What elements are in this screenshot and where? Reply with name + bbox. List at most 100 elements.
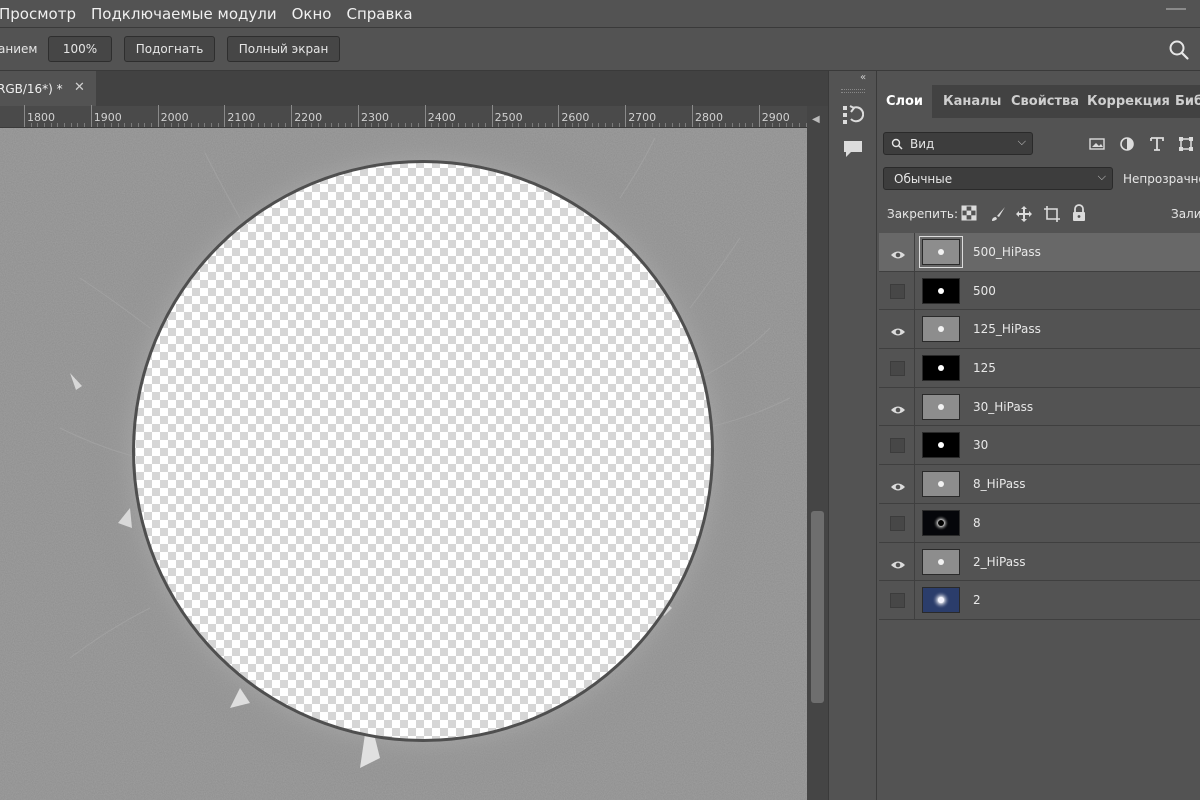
ruler-minor-tick (184, 123, 186, 127)
layer-row[interactable]: 8_HiPass (879, 465, 1200, 504)
layer-visibility-toggle[interactable] (879, 310, 915, 349)
ruler-major-tick (558, 105, 560, 127)
fit-screen-button[interactable]: Подогнать (124, 36, 215, 62)
ruler-major-tick (491, 105, 493, 127)
layer-row[interactable]: 2_HiPass (879, 542, 1200, 582)
ruler-minor-tick (411, 123, 413, 127)
ruler-minor-tick (765, 123, 767, 127)
layer-thumbnail (922, 277, 960, 304)
ruler-minor-tick (431, 123, 433, 127)
ruler-minor-tick (364, 123, 366, 127)
ruler-minor-tick (324, 123, 326, 127)
layer-row[interactable]: 2 (879, 581, 1200, 620)
collapse-panels-icon[interactable]: « (860, 72, 866, 83)
layer-row[interactable]: 30_HiPass (879, 387, 1200, 427)
menu-help[interactable]: Справка (338, 5, 419, 23)
layer-name[interactable]: 30_HiPass (973, 400, 1033, 414)
lock-all-icon[interactable] (1071, 204, 1089, 222)
layer-row[interactable]: 500 (879, 271, 1200, 311)
layer-name[interactable]: 125_HiPass (973, 322, 1041, 336)
ruler-minor-tick (384, 123, 386, 127)
tab-libraries[interactable]: Библ (1175, 85, 1200, 118)
layer-visibility-toggle[interactable] (879, 387, 915, 426)
layer-filter-select[interactable]: Вид ⌵ (883, 132, 1033, 155)
layer-visibility-toggle[interactable] (879, 581, 915, 619)
ruler-minor-tick (792, 123, 794, 127)
ruler-minor-tick (785, 123, 787, 127)
layer-row[interactable]: 125_HiPass (879, 310, 1200, 350)
ruler-minor-tick (124, 123, 126, 127)
lock-transparency-icon[interactable] (961, 205, 979, 223)
layer-name[interactable]: 125 (973, 361, 996, 375)
layer-name[interactable]: 8 (973, 516, 981, 530)
tab-layers[interactable]: Слои (877, 85, 932, 118)
layer-name[interactable]: 2 (973, 593, 981, 607)
search-icon[interactable] (1168, 39, 1190, 61)
ruler-minor-tick (525, 123, 526, 127)
shape-filter-icon[interactable] (1177, 135, 1195, 153)
layer-visibility-toggle[interactable] (879, 271, 915, 310)
layer-row[interactable]: 30 (879, 426, 1200, 466)
layer-name[interactable]: 2_HiPass (973, 555, 1026, 569)
photoshop-window: Просмотр Подключаемые модули Окно Справк… (0, 0, 1200, 800)
lock-brush-icon[interactable] (989, 205, 1007, 223)
ruler-minor-tick (651, 123, 653, 127)
ruler-minor-tick (337, 123, 339, 127)
layer-name[interactable]: 30 (973, 438, 988, 452)
ruler-minor-tick (418, 123, 420, 127)
ruler-minor-tick (685, 123, 687, 127)
layer-visibility-toggle[interactable] (879, 542, 915, 581)
document-canvas[interactable] (0, 128, 807, 800)
layer-thumbnail (922, 471, 960, 498)
ruler-minor-tick (297, 123, 299, 127)
ruler-minor-tick (204, 123, 206, 127)
ruler-minor-tick (745, 123, 747, 127)
scroll-up-icon[interactable]: ◀ (812, 114, 820, 125)
pixel-layer-filter-icon[interactable] (1088, 135, 1106, 153)
vertical-scrollbar[interactable]: ◀ (807, 106, 828, 800)
history-icon[interactable] (842, 104, 865, 130)
fill-screen-button[interactable]: Полный экран (227, 36, 340, 62)
ruler-minor-tick (304, 123, 306, 127)
ruler-minor-tick (712, 123, 714, 127)
document-tab[interactable]: RGB/16*) * ✕ (0, 71, 96, 106)
ruler-minor-tick (271, 123, 273, 127)
menu-window[interactable]: Окно (284, 5, 339, 23)
layer-visibility-toggle[interactable] (879, 349, 915, 387)
ruler-minor-tick (104, 123, 106, 127)
blend-mode-select[interactable]: Обычные ⌵ (883, 167, 1113, 190)
layer-name[interactable]: 500_HiPass (973, 245, 1041, 259)
tab-channels[interactable]: Каналы (943, 85, 1001, 118)
ruler-major-tick (157, 105, 159, 127)
comments-icon[interactable] (842, 139, 864, 163)
minimize-icon[interactable] (1166, 8, 1186, 10)
panel-grip[interactable] (841, 89, 865, 93)
tab-properties[interactable]: Свойства (1011, 85, 1079, 118)
type-filter-icon[interactable] (1148, 135, 1166, 153)
ruler-minor-tick (631, 123, 633, 127)
menu-bar: Просмотр Подключаемые модули Окно Справк… (0, 0, 1200, 27)
layer-row[interactable]: 8 (879, 503, 1200, 543)
layer-visibility-toggle[interactable] (879, 465, 915, 503)
layer-visibility-toggle[interactable] (879, 233, 915, 271)
adjustment-filter-icon[interactable] (1118, 135, 1136, 153)
layer-row[interactable]: 500_HiPass (879, 233, 1200, 272)
collapsed-panel-strip: « (828, 71, 877, 800)
zoom-100-button[interactable]: 100% (48, 36, 112, 62)
ruler-minor-tick (197, 123, 199, 127)
layer-name[interactable]: 8_HiPass (973, 477, 1026, 491)
menu-plugins[interactable]: Подключаемые модули (83, 5, 284, 23)
scrollbar-thumb[interactable] (811, 511, 824, 703)
ruler-minor-tick (77, 123, 79, 127)
layer-visibility-toggle[interactable] (879, 426, 915, 465)
ruler-minor-tick (578, 123, 580, 127)
ruler-minor-tick (144, 123, 146, 127)
menu-view[interactable]: Просмотр (0, 5, 83, 23)
lock-move-icon[interactable] (1015, 205, 1033, 223)
lock-artboard-icon[interactable] (1043, 205, 1061, 223)
layer-row[interactable]: 125 (879, 349, 1200, 388)
close-tab-icon[interactable]: ✕ (74, 80, 85, 95)
layer-name[interactable]: 500 (973, 284, 996, 298)
layer-visibility-toggle[interactable] (879, 503, 915, 542)
tab-adjustments[interactable]: Коррекция (1087, 85, 1170, 118)
